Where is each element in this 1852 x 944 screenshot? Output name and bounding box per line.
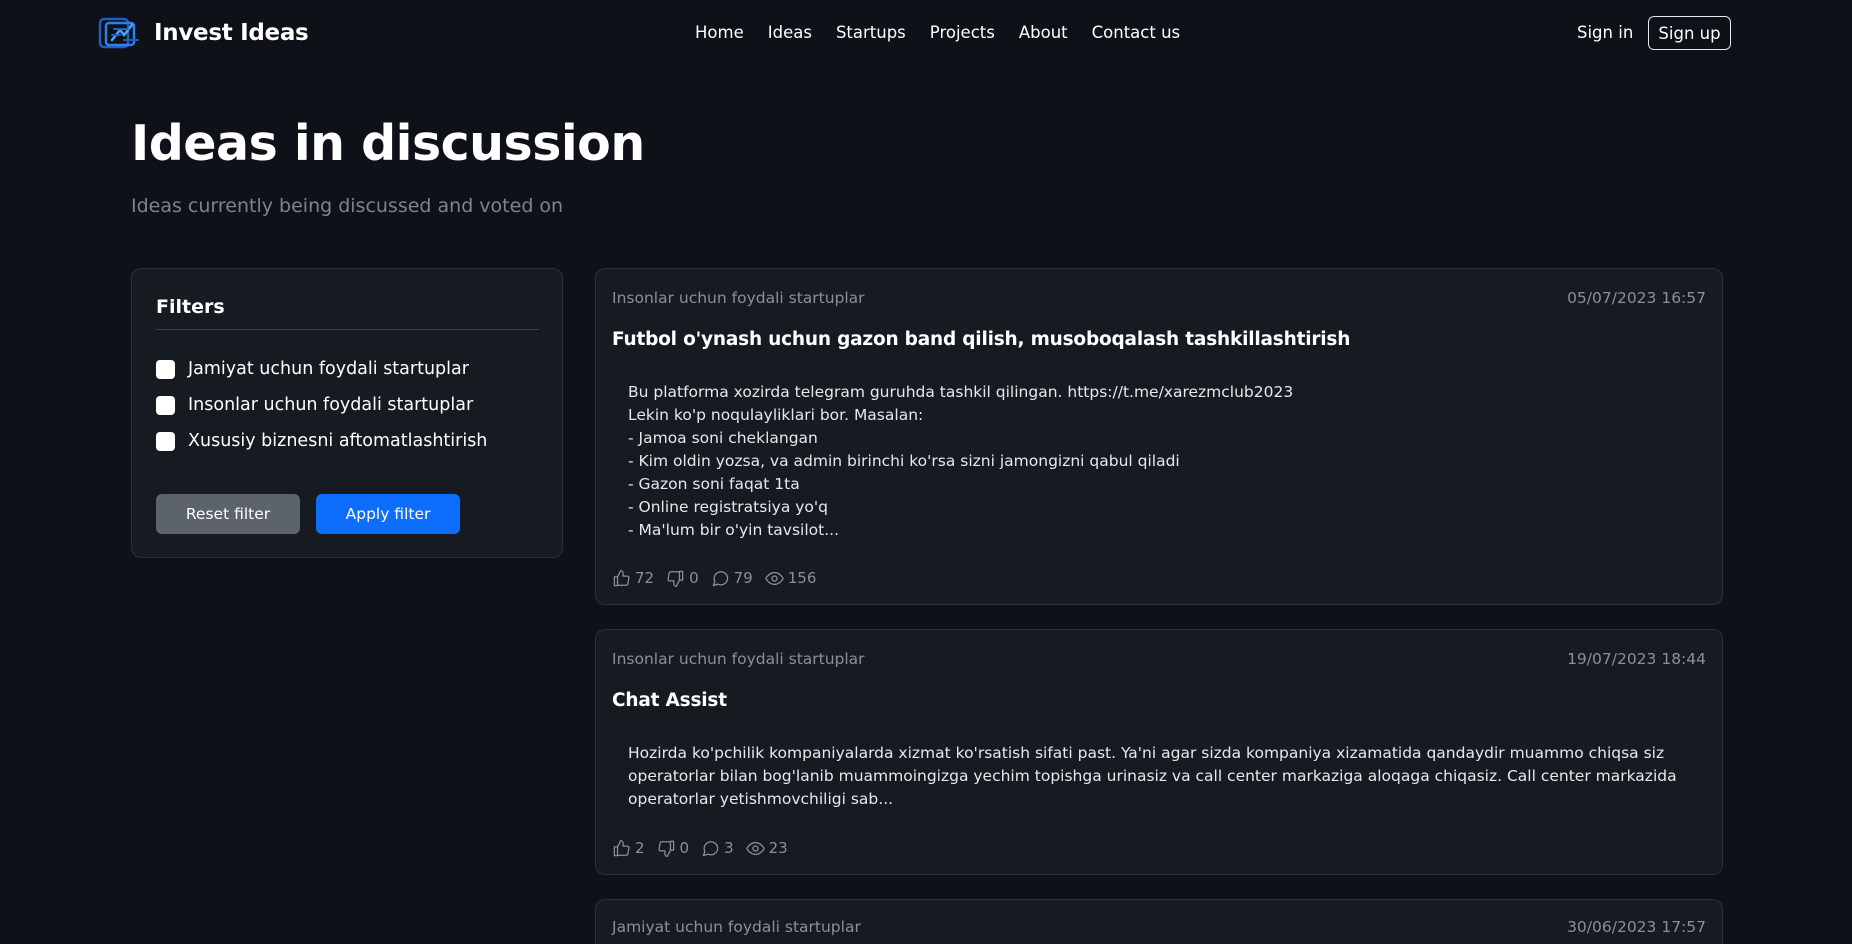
like-count: 72 (635, 569, 655, 587)
filters-divider (156, 329, 539, 330)
idea-title[interactable]: Chat Assist (612, 689, 727, 713)
page-title: Ideas in discussion (131, 115, 645, 172)
comment-icon (712, 570, 728, 586)
nav-link-about[interactable]: About (1019, 22, 1068, 44)
comment-count: 79 (733, 569, 753, 587)
idea-title[interactable]: Futbol o'ynash uchun gazon band qilish, … (612, 328, 1350, 352)
nav-links: Home Ideas Startups Projects About Conta… (695, 22, 1204, 44)
like-button[interactable]: 72 (612, 568, 654, 588)
like-button[interactable]: 2 (612, 838, 645, 858)
navbar: Invest Ideas Home Ideas Startups Project… (0, 0, 1852, 66)
idea-stats: 2 0 3 23 (612, 838, 800, 858)
page-subtitle: Ideas currently being discussed and vote… (131, 195, 564, 217)
idea-date: 19/07/2023 18:44 (1567, 650, 1706, 668)
view-count: 23 (768, 839, 788, 857)
thumbs-up-icon (613, 839, 630, 856)
idea-card: Insonlar uchun foydali startuplar 05/07/… (595, 268, 1723, 605)
dislike-count: 0 (689, 569, 699, 587)
thumbs-down-icon (667, 570, 684, 587)
filter-option-jamiyat[interactable]: Jamiyat uchun foydali startuplar (156, 358, 469, 380)
comment-count: 3 (724, 839, 734, 857)
filter-checkbox[interactable] (156, 431, 175, 451)
comments-button[interactable]: 79 (711, 568, 753, 588)
dislike-button[interactable]: 0 (657, 838, 690, 858)
filter-option-label: Xususiy biznesni aftomatlashtirish (188, 431, 488, 451)
reset-filter-button[interactable]: Reset filter (156, 494, 300, 534)
filter-option-xususiy[interactable]: Xususiy biznesni aftomatlashtirish (156, 430, 487, 452)
views-stat: 156 (764, 568, 817, 588)
idea-category: Insonlar uchun foydali startuplar (612, 650, 865, 668)
logo-icon (98, 17, 139, 49)
filters-panel: Filters Jamiyat uchun foydali startuplar… (131, 268, 563, 558)
idea-body: Hozirda ko'pchilik kompaniyalarda xizmat… (628, 744, 1677, 808)
idea-stats: 72 0 79 156 (612, 568, 828, 588)
nav-link-startups[interactable]: Startups (836, 22, 906, 44)
eye-icon (745, 841, 765, 855)
nav-link-ideas[interactable]: Ideas (768, 22, 812, 44)
filter-option-label: Jamiyat uchun foydali startuplar (188, 359, 469, 379)
signup-button[interactable]: Sign up (1648, 16, 1731, 50)
brand-name: Invest Ideas (154, 20, 309, 46)
like-count: 2 (635, 839, 645, 857)
comment-icon (702, 840, 719, 856)
dislike-button[interactable]: 0 (666, 568, 699, 588)
idea-category: Jamiyat uchun foydali startuplar (612, 918, 861, 936)
nav-link-contact[interactable]: Contact us (1092, 22, 1181, 44)
filter-option-label: Insonlar uchun foydali startuplar (188, 395, 474, 415)
idea-category: Insonlar uchun foydali startuplar (612, 289, 865, 307)
idea-card: Jamiyat uchun foydali startuplar 30/06/2… (595, 899, 1723, 944)
idea-body: Bu platforma xozirda telegram guruhda ta… (628, 383, 1294, 539)
idea-date: 05/07/2023 16:57 (1567, 289, 1706, 307)
filter-checkbox[interactable] (156, 395, 175, 415)
dislike-count: 0 (679, 839, 690, 857)
eye-icon (764, 571, 784, 585)
apply-filter-button[interactable]: Apply filter (316, 494, 460, 534)
nav-link-home[interactable]: Home (695, 22, 744, 44)
idea-date: 30/06/2023 17:57 (1567, 918, 1706, 936)
idea-card: Insonlar uchun foydali startuplar 19/07/… (595, 629, 1723, 875)
views-stat: 23 (745, 838, 788, 858)
filter-checkbox[interactable] (156, 359, 175, 379)
signin-link[interactable]: Sign in (1577, 22, 1633, 44)
filters-title: Filters (156, 296, 225, 318)
brand-link[interactable]: Invest Ideas (98, 16, 309, 50)
filter-option-insonlar[interactable]: Insonlar uchun foydali startuplar (156, 394, 473, 416)
view-count: 156 (787, 569, 817, 587)
nav-link-projects[interactable]: Projects (930, 22, 995, 44)
thumbs-down-icon (657, 840, 674, 857)
thumbs-up-icon (613, 569, 630, 586)
comments-button[interactable]: 3 (701, 838, 734, 858)
